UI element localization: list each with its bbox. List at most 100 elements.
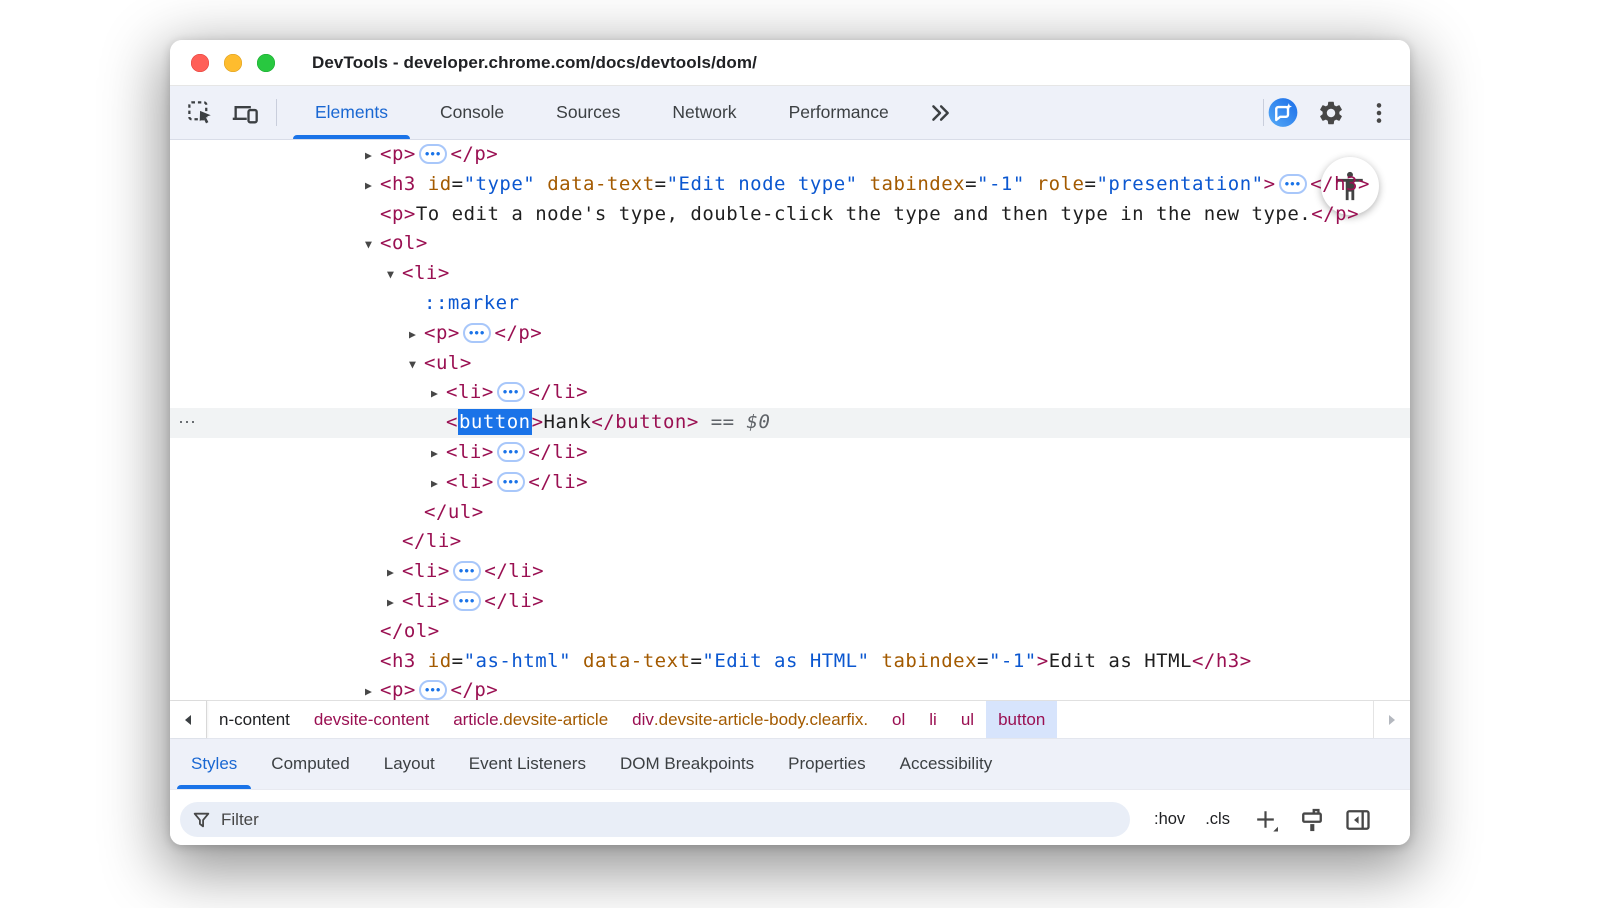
disclosure-arrow-icon[interactable]: ▶ xyxy=(431,379,446,409)
dom-seg-txt: Edit as HTML xyxy=(1049,650,1192,672)
disclosure-arrow-icon[interactable]: ▼ xyxy=(409,350,424,380)
breadcrumb-item[interactable]: ul xyxy=(949,701,986,738)
minimize-window-icon[interactable] xyxy=(224,54,242,72)
device-toolbar-icon[interactable] xyxy=(230,98,260,128)
styles-filter-input[interactable]: Filter xyxy=(180,802,1130,837)
dom-tree-row[interactable]: ▼<li> xyxy=(170,259,1410,289)
dom-tree-row[interactable]: ▶<li>•••</li> xyxy=(170,468,1410,498)
tab-computed[interactable]: Computed xyxy=(254,739,366,789)
expand-children-ellipsis-icon[interactable]: ••• xyxy=(419,144,448,164)
dom-tree-row[interactable]: ▼<ol> xyxy=(170,229,1410,259)
disclosure-arrow-icon[interactable]: ▶ xyxy=(365,141,380,171)
dom-tree-row[interactable]: ::marker xyxy=(170,289,1410,319)
breadcrumb-item[interactable]: article.devsite-article xyxy=(441,701,620,738)
breadcrumb-scroll-left-icon[interactable] xyxy=(170,701,207,738)
tab-network[interactable]: Network xyxy=(646,86,762,139)
dom-seg-tag: < xyxy=(446,411,458,433)
dom-tree-row[interactable]: <h3 id="as-html" data-text="Edit as HTML… xyxy=(170,647,1410,677)
disclosure-arrow-icon[interactable]: ▶ xyxy=(365,171,380,201)
dom-tree-row[interactable]: </ul> xyxy=(170,498,1410,528)
dom-tree-row[interactable]: ▶<li>•••</li> xyxy=(170,557,1410,587)
dom-seg-eq: == xyxy=(699,411,747,433)
ai-assistant-icon[interactable] xyxy=(1268,98,1298,128)
breadcrumb-scroll-right-icon[interactable] xyxy=(1373,701,1410,738)
tab-dom-breakpoints[interactable]: DOM Breakpoints xyxy=(603,739,771,789)
dom-tree-row[interactable]: </li> xyxy=(170,527,1410,557)
kebab-menu-icon[interactable] xyxy=(1364,98,1394,128)
dom-seg-attr: data-text xyxy=(571,650,690,672)
dom-seg-tag: > xyxy=(532,411,544,433)
dom-seg-val: "-1" xyxy=(989,650,1037,672)
dom-tree-row[interactable]: ▶<li>•••</li> xyxy=(170,587,1410,617)
disclosure-arrow-icon[interactable]: ▶ xyxy=(431,469,446,499)
dom-tree-row-selected[interactable]: ⋯<button>Hank</button> == $0 xyxy=(170,408,1410,438)
zoom-window-icon[interactable] xyxy=(257,54,275,72)
breadcrumb-item[interactable]: devsite-content xyxy=(302,701,441,738)
dom-tree-row[interactable]: ▶<h3 id="type" data-text="Edit node type… xyxy=(170,170,1410,200)
disclosure-arrow-icon[interactable]: ▶ xyxy=(387,558,402,588)
breadcrumb-item[interactable]: li xyxy=(917,701,949,738)
tab-elements[interactable]: Elements xyxy=(289,86,414,139)
breadcrumb-item[interactable]: div.devsite-article-body.clearfix. xyxy=(620,701,880,738)
tab-sources[interactable]: Sources xyxy=(530,86,646,139)
expand-children-ellipsis-icon[interactable]: ••• xyxy=(419,680,448,700)
dom-seg-tag: </h3> xyxy=(1310,173,1370,195)
toolbar-divider xyxy=(276,99,277,126)
new-style-rule-icon[interactable] xyxy=(1250,804,1282,836)
expand-children-ellipsis-icon[interactable]: ••• xyxy=(497,382,526,402)
dom-tree-row[interactable]: ▶<p>•••</p> xyxy=(170,140,1410,170)
crumb-seg-tag: button xyxy=(998,710,1045,730)
disclosure-arrow-icon[interactable]: ▼ xyxy=(387,260,402,290)
tab-layout[interactable]: Layout xyxy=(367,739,452,789)
rendering-brush-icon[interactable] xyxy=(1296,804,1328,836)
toolbar-right-divider xyxy=(1263,99,1264,126)
dom-tree-row[interactable]: ▶<li>•••</li> xyxy=(170,378,1410,408)
tab-accessibility[interactable]: Accessibility xyxy=(883,739,1010,789)
tab-properties[interactable]: Properties xyxy=(771,739,882,789)
disclosure-arrow-icon[interactable]: ▶ xyxy=(431,439,446,469)
dom-seg-txt: = xyxy=(965,173,977,195)
breadcrumb-item-selected[interactable]: button xyxy=(986,701,1057,738)
toggle-sidebar-icon[interactable] xyxy=(1342,804,1374,836)
dom-seg-tag: </ul> xyxy=(424,501,484,523)
dom-seg-attr: tabindex xyxy=(858,173,965,195)
disclosure-arrow-icon[interactable]: ▶ xyxy=(365,677,380,700)
toggle-element-state-button[interactable]: :hov xyxy=(1148,806,1191,833)
close-window-icon[interactable] xyxy=(191,54,209,72)
disclosure-arrow-icon[interactable]: ▶ xyxy=(387,588,402,618)
expand-children-ellipsis-icon[interactable]: ••• xyxy=(463,323,492,343)
dom-seg-tag: </ol> xyxy=(380,620,440,642)
expand-children-ellipsis-icon[interactable]: ••• xyxy=(453,561,482,581)
filter-funnel-icon xyxy=(192,810,211,829)
dom-seg-tag: <ul> xyxy=(424,352,472,374)
dom-seg-tag: </p> xyxy=(450,679,498,700)
dom-seg-tag: <p> xyxy=(380,143,416,165)
dom-tree-row[interactable]: </ol> xyxy=(170,617,1410,647)
tab-event-listeners[interactable]: Event Listeners xyxy=(452,739,603,789)
dom-tree-row[interactable]: ▶<li>•••</li> xyxy=(170,438,1410,468)
tab-styles[interactable]: Styles xyxy=(174,739,254,789)
expand-children-ellipsis-icon[interactable]: ••• xyxy=(453,591,482,611)
disclosure-arrow-icon[interactable]: ▶ xyxy=(409,320,424,350)
breadcrumb-item[interactable]: n-content xyxy=(207,701,302,738)
node-more-actions-icon[interactable]: ⋯ xyxy=(178,408,197,438)
dom-seg-tag: <p> xyxy=(380,203,416,225)
dom-seg-tag: > xyxy=(1264,173,1276,195)
element-classes-button[interactable]: .cls xyxy=(1199,806,1236,833)
tab-performance[interactable]: Performance xyxy=(763,86,915,139)
crumb-seg-cls: .devsite-article xyxy=(499,710,609,730)
tab-console[interactable]: Console xyxy=(414,86,530,139)
breadcrumb-item[interactable]: ol xyxy=(880,701,917,738)
dom-tree-row[interactable]: <p>To edit a node's type, double-click t… xyxy=(170,200,1410,230)
breadcrumb-bar: n-contentdevsite-contentarticle.devsite-… xyxy=(170,700,1410,738)
expand-children-ellipsis-icon[interactable]: ••• xyxy=(497,472,526,492)
dom-tree-row[interactable]: ▶<p>•••</p> xyxy=(170,319,1410,349)
more-tabs-icon[interactable] xyxy=(915,86,965,139)
settings-gear-icon[interactable] xyxy=(1316,98,1346,128)
disclosure-arrow-icon[interactable]: ▼ xyxy=(365,230,380,260)
dom-tree-row[interactable]: ▶<p>•••</p> xyxy=(170,676,1410,700)
expand-children-ellipsis-icon[interactable]: ••• xyxy=(497,442,526,462)
expand-children-ellipsis-icon[interactable]: ••• xyxy=(1279,174,1308,194)
dom-tree-row[interactable]: ▼<ul> xyxy=(170,349,1410,379)
inspect-element-icon[interactable] xyxy=(184,98,214,128)
